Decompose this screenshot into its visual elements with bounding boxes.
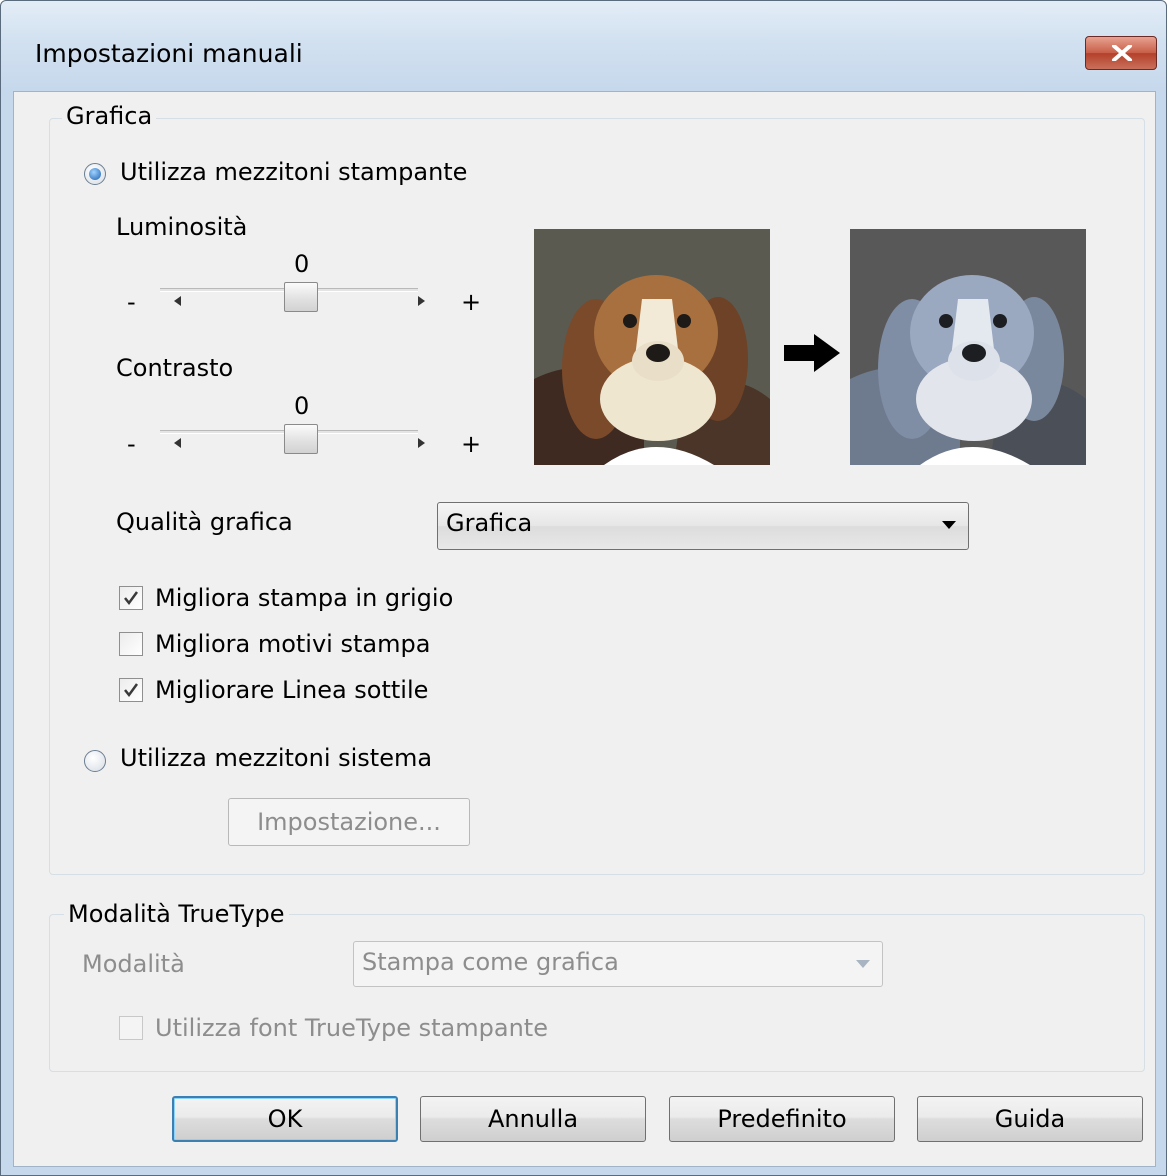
slider-right-arrow-icon xyxy=(418,438,425,448)
brightness-max-label: + xyxy=(461,288,482,316)
contrast-slider[interactable] xyxy=(160,424,425,458)
use-printer-truetype-checkbox[interactable] xyxy=(119,1016,143,1040)
improve-thin-line-label[interactable]: Migliorare Linea sottile xyxy=(155,676,428,704)
contrast-value: 0 xyxy=(294,392,310,420)
contrast-min-label: - xyxy=(127,430,136,458)
system-halftone-label[interactable]: Utilizza mezzitoni sistema xyxy=(120,744,432,772)
graphics-quality-value: Grafica xyxy=(446,509,533,537)
cancel-button[interactable]: Annulla xyxy=(420,1096,646,1142)
grafica-group-label: Grafica xyxy=(62,102,157,130)
truetype-group-label: Modalità TrueType xyxy=(64,900,289,928)
brightness-value: 0 xyxy=(294,250,310,278)
title-bar: Impostazioni manuali xyxy=(1,1,1166,91)
improve-pattern-label[interactable]: Migliora motivi stampa xyxy=(155,630,430,658)
graphics-quality-dropdown[interactable]: Grafica xyxy=(437,502,969,550)
checkmark-icon xyxy=(124,591,139,606)
halftone-settings-button[interactable]: Impostazione... xyxy=(228,798,470,846)
window-title: Impostazioni manuali xyxy=(35,39,303,68)
truetype-mode-label: Modalità xyxy=(82,950,185,978)
dialog-client-area: Grafica Utilizza mezzitoni stampante Lum… xyxy=(13,91,1156,1167)
chevron-down-icon xyxy=(856,960,870,968)
brightness-label: Luminosità xyxy=(116,213,248,241)
contrast-slider-thumb[interactable] xyxy=(284,424,318,454)
graphics-quality-label: Qualità grafica xyxy=(116,508,293,536)
truetype-mode-value: Stampa come grafica xyxy=(362,948,619,976)
contrast-label: Contrasto xyxy=(116,354,234,382)
preview-grayscale-image xyxy=(850,229,1086,465)
chevron-down-icon xyxy=(942,521,956,529)
close-icon xyxy=(1112,45,1132,61)
brightness-slider[interactable] xyxy=(160,282,425,316)
ok-button[interactable]: OK xyxy=(172,1096,398,1142)
brightness-min-label: - xyxy=(127,288,136,316)
close-button[interactable] xyxy=(1085,36,1157,70)
use-printer-truetype-label[interactable]: Utilizza font TrueType stampante xyxy=(155,1014,548,1042)
dialog-window: Impostazioni manuali Grafica Utilizza me… xyxy=(0,0,1167,1176)
printer-halftone-label[interactable]: Utilizza mezzitoni stampante xyxy=(120,158,467,186)
radio-selected-dot xyxy=(89,168,101,180)
contrast-max-label: + xyxy=(461,430,482,458)
checkmark-icon xyxy=(124,683,139,698)
improve-thin-line-checkbox[interactable] xyxy=(119,678,143,702)
truetype-mode-dropdown[interactable]: Stampa come grafica xyxy=(353,941,883,987)
defaults-button[interactable]: Predefinito xyxy=(669,1096,895,1142)
brightness-slider-thumb[interactable] xyxy=(284,282,318,312)
slider-left-arrow-icon xyxy=(174,296,181,306)
arrow-right-icon xyxy=(784,334,840,372)
slider-right-arrow-icon xyxy=(418,296,425,306)
truetype-group xyxy=(49,914,1145,1072)
improve-gray-checkbox[interactable] xyxy=(119,586,143,610)
printer-halftone-radio[interactable] xyxy=(84,163,106,185)
slider-left-arrow-icon xyxy=(174,438,181,448)
system-halftone-radio[interactable] xyxy=(84,750,106,772)
help-button[interactable]: Guida xyxy=(917,1096,1143,1142)
preview-original-image xyxy=(534,229,770,465)
improve-gray-label[interactable]: Migliora stampa in grigio xyxy=(155,584,453,612)
improve-pattern-checkbox[interactable] xyxy=(119,632,143,656)
